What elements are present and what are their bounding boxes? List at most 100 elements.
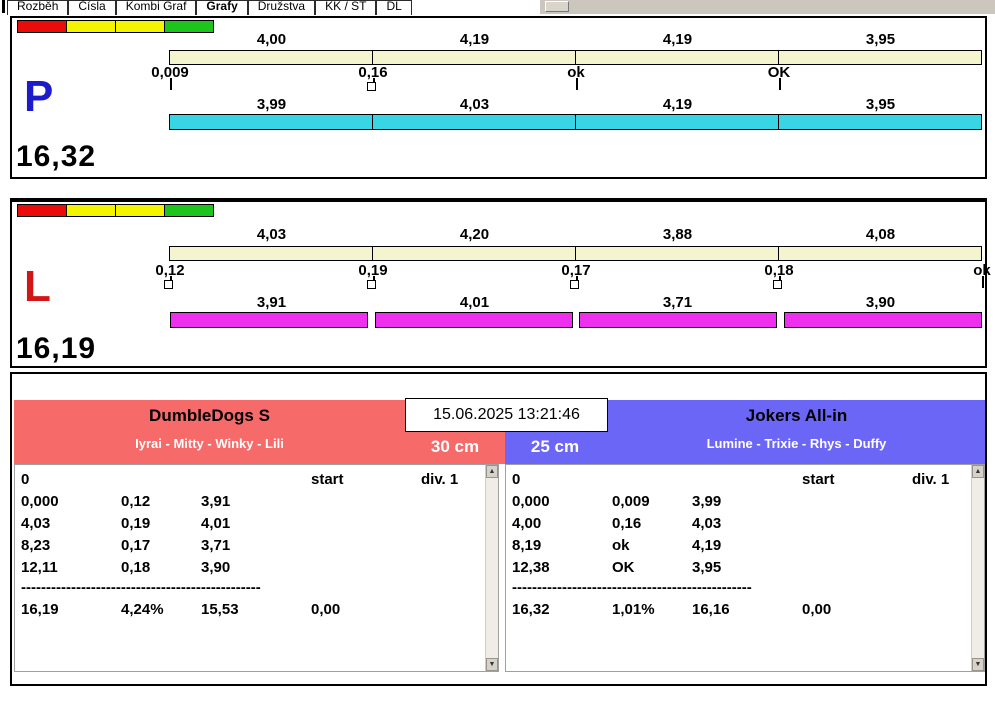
- split-value: 4,20: [459, 226, 490, 243]
- jump-height-badge: 25 cm: [530, 437, 580, 456]
- section-bar-segment: [575, 114, 779, 130]
- split-value: 4,19: [459, 31, 490, 48]
- split-bar-segment: [372, 50, 576, 65]
- legend-yellow-box: [66, 204, 116, 217]
- section-value: 4,19: [662, 96, 693, 113]
- jump-height-badge: 30 cm: [430, 437, 480, 456]
- section-bar-segment: [778, 114, 982, 130]
- tab-grafy[interactable]: Grafy: [196, 0, 248, 15]
- split-bar-segment: [372, 246, 576, 261]
- legend-yellow-box: [115, 204, 165, 217]
- table-row: 8,23 0,17 3,71: [15, 537, 498, 557]
- table-cell: 0,00: [311, 601, 341, 618]
- divider-dashes: ----------------------------------------…: [21, 579, 261, 596]
- split-value: 4,08: [865, 226, 896, 243]
- table-cell: 0,00: [802, 601, 832, 618]
- table-cell: 0,009: [612, 493, 650, 510]
- tick-marks: [170, 78, 982, 94]
- section-value: 4,01: [459, 294, 490, 311]
- top-tab-strip: Rozběh Čísla Kombi Graf Grafy Družstva K…: [0, 0, 995, 15]
- tab-druzstva[interactable]: Družstva: [247, 0, 316, 15]
- table-cell: 12,38: [512, 559, 550, 576]
- section-values-row: 3,91 4,01 3,71 3,90: [170, 294, 982, 311]
- table-cell: 16,16: [692, 601, 730, 618]
- tab-kombi-graf[interactable]: Kombi Graf: [115, 0, 197, 15]
- tab-bar: Rozběh Čísla Kombi Graf Grafy Družstva K…: [7, 0, 412, 15]
- sensor-checkbox: [367, 280, 376, 289]
- title-strip: [540, 0, 995, 14]
- section-bar-segment: [170, 312, 369, 328]
- section-bar-segment: [374, 312, 573, 328]
- tab-dl[interactable]: DL: [376, 0, 412, 15]
- team-members: Lumine - Trixie - Rhys - Duffy: [706, 436, 887, 451]
- table-cell: 0,12: [121, 493, 151, 510]
- tab-kk-st[interactable]: KK / ST: [315, 0, 377, 15]
- table-cell: 15,53: [201, 601, 239, 618]
- sensor-checkbox: [773, 280, 782, 289]
- tab-label: Čísla: [78, 0, 106, 13]
- scroll-up-button[interactable]: ▲: [972, 465, 984, 478]
- section-bar-magenta: [170, 312, 982, 328]
- table-cell: div. 1: [912, 471, 950, 488]
- table-cell: 3,99: [692, 493, 722, 510]
- table-totals-row: 16,32 1,01% 16,16 0,00: [506, 601, 984, 621]
- tick-mark: [779, 78, 781, 90]
- scroll-up-button[interactable]: ▲: [486, 465, 498, 478]
- section-bar-cyan: [169, 114, 982, 130]
- table-cell: 0,18: [121, 559, 151, 576]
- tick-marks: [164, 276, 984, 292]
- window-button[interactable]: [545, 1, 569, 12]
- tab-rozbeh[interactable]: Rozběh: [7, 0, 69, 15]
- tick-mark: [170, 78, 172, 90]
- team-members: Iyrai - Mitty - Winky - Lili: [135, 436, 284, 451]
- vertical-scrollbar[interactable]: ▲ ▼: [971, 465, 984, 671]
- table-cell: 0: [21, 471, 30, 488]
- table-cell: div. 1: [421, 471, 459, 488]
- graph-area: 4,03 4,20 3,88 4,08 0,12 0,19 0,17 0,18 …: [155, 202, 991, 366]
- table-cell: 0: [512, 471, 521, 488]
- table-cell: ok: [612, 537, 630, 554]
- table-divider-row: ----------------------------------------…: [506, 579, 984, 599]
- table-row: 0,000 0,009 3,99: [506, 493, 984, 513]
- table-cell: 0,000: [512, 493, 550, 510]
- section-bar-segment: [169, 114, 373, 130]
- split-bar-segment: [169, 50, 373, 65]
- vertical-scrollbar[interactable]: ▲ ▼: [485, 465, 498, 671]
- section-values-row: 3,99 4,03 4,19 3,95: [170, 96, 982, 113]
- table-cell: 3,95: [692, 559, 722, 576]
- sensor-checkbox: [570, 280, 579, 289]
- tab-cisla[interactable]: Čísla: [68, 0, 116, 15]
- section-bar-segment: [579, 312, 778, 328]
- table-row: 4,03 0,19 4,01: [15, 515, 498, 535]
- scroll-down-button[interactable]: ▼: [972, 658, 984, 671]
- legend-yellow-box: [115, 20, 165, 33]
- results-table-left: 0 start div. 1 0,000 0,12 3,91 4,03 0,19…: [14, 464, 499, 672]
- section-value: 3,91: [256, 294, 287, 311]
- table-cell: 16,32: [512, 601, 550, 618]
- tab-label: KK / ST: [325, 0, 367, 13]
- split-value: 4,03: [256, 226, 287, 243]
- section-value: 4,03: [459, 96, 490, 113]
- table-row: 12,11 0,18 3,90: [15, 559, 498, 579]
- table-cell: 4,19: [692, 537, 722, 554]
- graph-panel-l: L 16,19 4,03 4,20 3,88 4,08 0,12 0,19 0,…: [10, 198, 991, 368]
- tick-mark: [982, 276, 984, 288]
- scroll-down-button[interactable]: ▼: [486, 658, 498, 671]
- table-cell: 3,90: [201, 559, 231, 576]
- tab-label: Kombi Graf: [125, 0, 187, 13]
- section-value: 3,95: [865, 96, 896, 113]
- section-bar-segment: [783, 312, 982, 328]
- table-cell: start: [311, 471, 344, 488]
- course-letter: L: [24, 262, 51, 311]
- tab-label: DL: [386, 0, 402, 13]
- split-value: 3,95: [865, 31, 896, 48]
- table-row: 8,19 ok 4,19: [506, 537, 984, 557]
- table-cell: 16,19: [21, 601, 59, 618]
- graph-panel-p: P 16,32 4,00 4,19 4,19 3,95 0,009 0,16 o…: [10, 16, 987, 179]
- legend-red-box: [17, 204, 67, 217]
- section-value: 3,90: [865, 294, 896, 311]
- table-cell: 0,17: [121, 537, 151, 554]
- legend-red-box: [17, 20, 67, 33]
- table-cell: start: [802, 471, 835, 488]
- results-table-right: 0 start div. 1 0,000 0,009 3,99 4,00 0,1…: [505, 464, 985, 672]
